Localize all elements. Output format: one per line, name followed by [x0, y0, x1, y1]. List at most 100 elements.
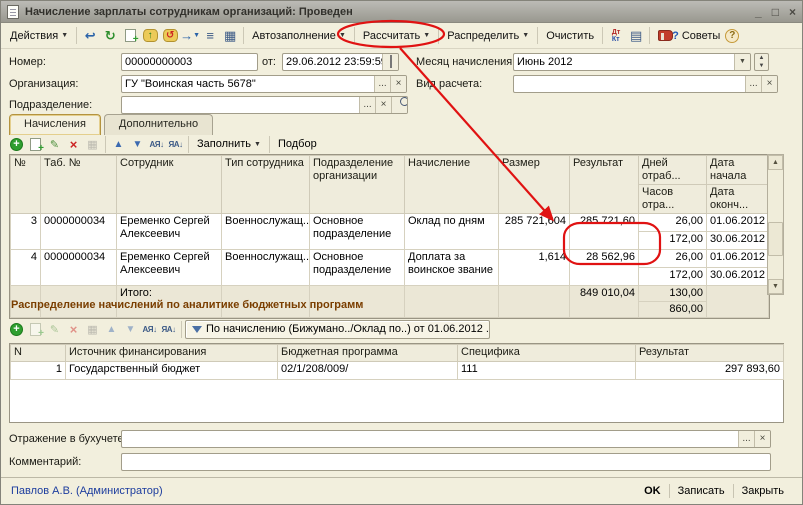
- sort-asc-icon[interactable]: АЯ↓: [147, 136, 166, 153]
- autofill-button[interactable]: Автозаполнение▼: [247, 28, 351, 44]
- conduct-document-icon[interactable]: ↺: [160, 27, 180, 45]
- accounting-input[interactable]: ...×: [121, 430, 771, 448]
- cell-specifics[interactable]: 111: [458, 362, 636, 380]
- calculate-button[interactable]: Рассчитать▼: [358, 28, 435, 44]
- date-input[interactable]: 29.06.2012 23:59:59: [282, 53, 399, 71]
- cell-days[interactable]: 26,00: [639, 250, 707, 268]
- cell-employee[interactable]: Еременко Сергей Алексеевич: [117, 250, 222, 286]
- actions-menu-button[interactable]: Действия▼: [5, 28, 73, 44]
- sort-asc-icon[interactable]: АЯ↓: [140, 321, 159, 338]
- cell-employee[interactable]: Еременко Сергей Алексеевич: [117, 214, 222, 250]
- cell-num[interactable]: 4: [11, 250, 41, 286]
- scrollbar-thumb[interactable]: [768, 222, 783, 256]
- organization-input[interactable]: ГУ "Воинская часть 5678"...×: [121, 75, 407, 93]
- cell-hours[interactable]: 172,00: [639, 268, 707, 286]
- refresh-icon[interactable]: ↻: [100, 27, 120, 45]
- delete-row-icon[interactable]: ×: [64, 136, 83, 153]
- report-icon[interactable]: ▤: [626, 27, 646, 45]
- copy-document-icon[interactable]: [120, 27, 140, 45]
- clear-button[interactable]: Очистить: [541, 28, 599, 44]
- tab-accruals[interactable]: Начисления: [9, 114, 101, 135]
- cell-emp-type[interactable]: Военнослужащ...: [222, 250, 310, 286]
- move-down-icon[interactable]: ▼: [128, 136, 147, 153]
- scroll-up-icon[interactable]: ▲: [768, 155, 783, 170]
- clear-icon[interactable]: ×: [761, 76, 777, 92]
- calendar-icon[interactable]: [382, 54, 398, 70]
- finish-edit-icon[interactable]: ▦: [83, 136, 102, 153]
- minimize-button[interactable]: _: [755, 5, 762, 19]
- calc-kind-input[interactable]: ...×: [513, 75, 778, 93]
- cell-result[interactable]: 297 893,60: [636, 362, 784, 380]
- comment-input[interactable]: [121, 453, 771, 471]
- close-button[interactable]: ×: [789, 5, 796, 19]
- tips-button[interactable]: ?Советы: [653, 28, 725, 44]
- filter-button[interactable]: По начислению (Бижумано../Оклад по..) от…: [185, 320, 490, 339]
- sort-desc-icon[interactable]: ЯА↓: [166, 136, 185, 153]
- ellipsis-button[interactable]: ...: [745, 76, 761, 92]
- number-input[interactable]: 00000000003: [121, 53, 258, 71]
- pick-button[interactable]: Подбор: [273, 136, 322, 152]
- move-down-icon[interactable]: ▼: [121, 321, 140, 338]
- scroll-down-icon[interactable]: ▼: [768, 279, 783, 294]
- clear-icon[interactable]: ×: [375, 97, 391, 113]
- ellipsis-button[interactable]: ...: [738, 431, 754, 447]
- cell-date-end[interactable]: 30.06.2012: [707, 268, 769, 286]
- cell-org-unit[interactable]: Основное подразделение: [310, 214, 405, 250]
- ok-button[interactable]: OK: [636, 483, 669, 499]
- cell-days[interactable]: 26,00: [639, 214, 707, 232]
- save-button[interactable]: Записать: [670, 483, 733, 499]
- distribute-button[interactable]: Распределить▼: [442, 28, 534, 44]
- dropdown-icon[interactable]: ▼: [734, 54, 750, 70]
- dt-kt-icon[interactable]: ДтКт: [606, 27, 626, 45]
- add-row-icon[interactable]: +: [7, 136, 26, 153]
- move-up-icon[interactable]: ▲: [102, 321, 121, 338]
- copy-row-icon[interactable]: [26, 136, 45, 153]
- cell-result-highlighted[interactable]: 28 562,96: [570, 250, 639, 286]
- department-input[interactable]: ...×: [121, 96, 408, 114]
- clear-icon[interactable]: ×: [754, 431, 770, 447]
- close-window-button[interactable]: Закрыть: [734, 483, 792, 499]
- cell-num[interactable]: 1: [11, 362, 66, 380]
- set-marks-icon[interactable]: ▦: [220, 27, 240, 45]
- cell-tab-no[interactable]: 0000000034: [41, 250, 117, 286]
- cell-emp-type[interactable]: Военнослужащ...: [222, 214, 310, 250]
- clear-icon[interactable]: ×: [390, 76, 406, 92]
- cell-tab-no[interactable]: 0000000034: [41, 214, 117, 250]
- cell-date-start[interactable]: 01.06.2012: [707, 214, 769, 232]
- tab-additional[interactable]: Дополнительно: [104, 114, 213, 135]
- cell-size[interactable]: 285 721,604: [499, 214, 570, 250]
- ellipsis-button[interactable]: ...: [359, 97, 375, 113]
- move-up-icon[interactable]: ▲: [109, 136, 128, 153]
- cell-accrual[interactable]: Доплата за воинское звание: [405, 250, 499, 286]
- cell-org-unit[interactable]: Основное подразделение: [310, 250, 405, 286]
- sort-desc-icon[interactable]: ЯА↓: [159, 321, 178, 338]
- edit-row-icon[interactable]: ✎: [45, 136, 64, 153]
- post-and-close-icon[interactable]: ↩: [80, 27, 100, 45]
- cell-result[interactable]: 285 721,60: [570, 214, 639, 250]
- delete-row-icon[interactable]: ×: [64, 321, 83, 338]
- help-icon[interactable]: ?: [725, 29, 739, 43]
- copy-row-icon[interactable]: [26, 321, 45, 338]
- cell-date-end[interactable]: 30.06.2012: [707, 232, 769, 250]
- cell-hours[interactable]: 172,00: [639, 232, 707, 250]
- goto-menu-icon[interactable]: →▼: [180, 27, 200, 45]
- month-spinner[interactable]: ▲▼: [754, 53, 769, 71]
- cell-size[interactable]: 1,614: [499, 250, 570, 286]
- cell-accrual[interactable]: Оклад по дням: [405, 214, 499, 250]
- edit-row-icon[interactable]: ✎: [45, 321, 64, 338]
- cell-date-start[interactable]: 01.06.2012: [707, 250, 769, 268]
- finish-edit-icon[interactable]: ▦: [83, 321, 102, 338]
- cell-source[interactable]: Государственный бюджет: [66, 362, 278, 380]
- status-bar: Павлов А.В. (Администратор) OK Записать …: [1, 477, 802, 503]
- add-row-icon[interactable]: +: [7, 321, 26, 338]
- fill-button[interactable]: Заполнить▼: [192, 136, 266, 152]
- structure-icon[interactable]: ≡: [200, 27, 220, 45]
- month-input[interactable]: Июнь 2012▼: [513, 53, 751, 71]
- cell-num[interactable]: 3: [11, 214, 41, 250]
- search-icon[interactable]: [391, 97, 407, 113]
- write-document-icon[interactable]: ↑: [140, 27, 160, 45]
- ellipsis-button[interactable]: ...: [374, 76, 390, 92]
- cell-program[interactable]: 02/1/208/009/: [278, 362, 458, 380]
- maximize-button[interactable]: □: [772, 5, 779, 19]
- chevron-down-icon: ▼: [423, 32, 430, 39]
